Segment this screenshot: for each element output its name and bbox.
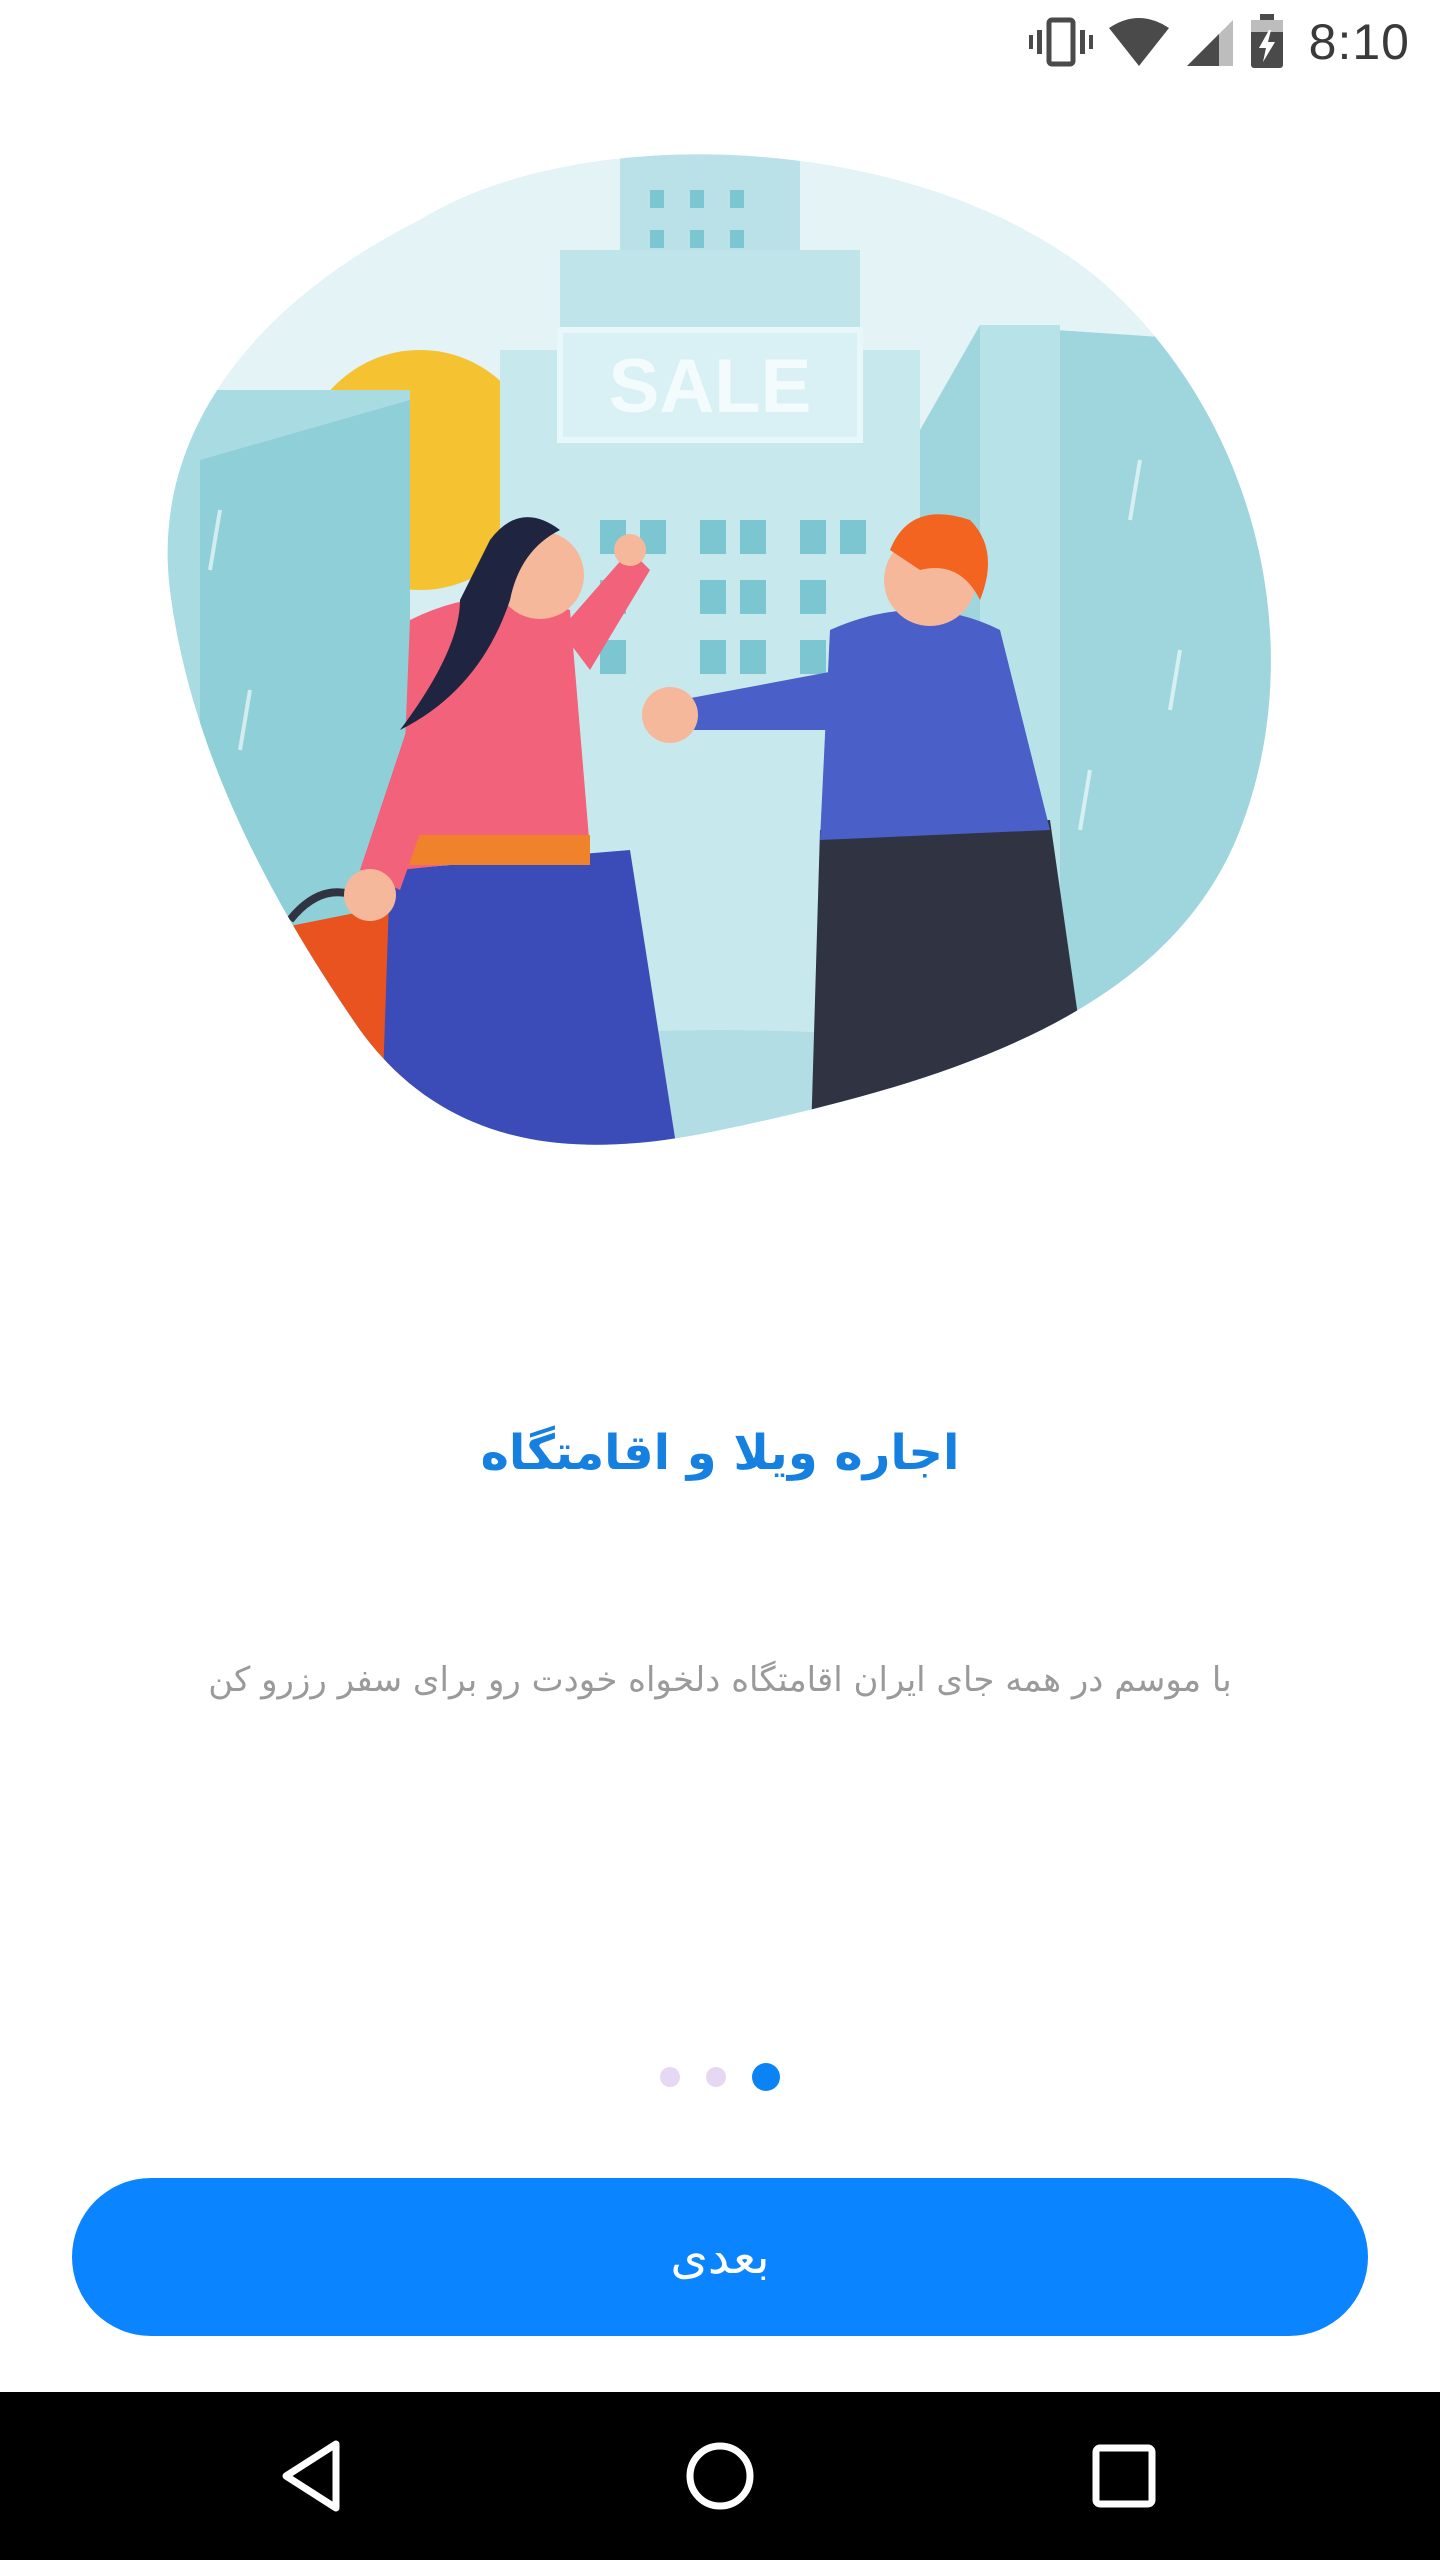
page-indicator	[0, 2062, 1440, 2092]
signal-icon	[1186, 20, 1233, 66]
hero-illustration: SALE	[160, 130, 1280, 1170]
back-icon[interactable]	[274, 2434, 358, 2518]
wifi-icon	[1108, 18, 1169, 66]
page-dot-2[interactable]	[706, 2067, 726, 2087]
sale-sign-text: SALE	[609, 344, 812, 429]
vibrate-icon	[1028, 17, 1093, 67]
home-icon[interactable]	[678, 2434, 762, 2518]
status-icons: 8:10	[1028, 12, 1410, 72]
onboarding-subtitle: با موسم در همه جای ایران اقامتگاه دلخواه…	[208, 1660, 1232, 1700]
couple-shopping-illustration: SALE	[167, 154, 1271, 1145]
status-bar: 8:10	[0, 0, 1440, 84]
next-button-label: بعدی	[670, 2231, 770, 2284]
recents-icon[interactable]	[1082, 2434, 1166, 2518]
onboarding-title: اجاره ویلا و اقامتگاه	[480, 1425, 960, 1481]
navigation-bar	[0, 2392, 1440, 2560]
next-button[interactable]: بعدی	[72, 2178, 1368, 2336]
clock: 8:10	[1308, 14, 1410, 70]
page-dot-3[interactable]	[660, 2067, 680, 2087]
battery-charging-icon	[1250, 14, 1283, 68]
page-dot-1-active[interactable]	[752, 2063, 780, 2091]
